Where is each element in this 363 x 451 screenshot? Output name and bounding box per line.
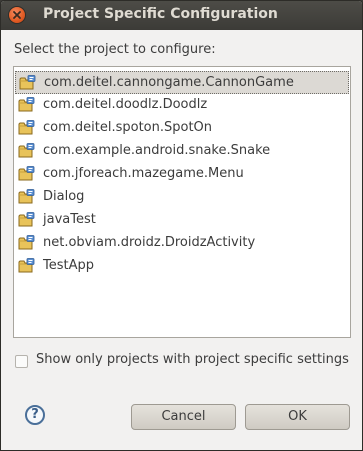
close-button[interactable]: [9, 7, 25, 23]
project-list[interactable]: com.deitel.cannongame.CannonGame com.deit…: [13, 66, 351, 338]
project-specific-filter[interactable]: Show only projects with project specific…: [15, 352, 355, 372]
project-row[interactable]: com.example.android.snake.Snake: [15, 140, 349, 163]
java-project-folder-icon: [18, 235, 36, 251]
project-row[interactable]: com.deitel.doodlz.Doodlz: [15, 94, 349, 117]
java-project-folder-icon: [18, 189, 36, 205]
project-specific-label: Show only projects with project specific…: [36, 352, 349, 367]
project-name: com.jforeach.mazegame.Menu: [43, 166, 244, 181]
project-specific-checkbox[interactable]: [15, 355, 28, 368]
help-button[interactable]: ?: [25, 405, 45, 425]
title-bar[interactable]: Project Specific Configuration: [1, 1, 362, 30]
project-name: com.example.android.snake.Snake: [43, 143, 271, 158]
dialog-window: Project Specific Configuration Select th…: [0, 0, 363, 451]
project-row[interactable]: javaTest: [15, 209, 349, 232]
project-row[interactable]: com.deitel.cannongame.CannonGame: [15, 71, 349, 94]
java-project-folder-icon: [18, 258, 36, 274]
window-title: Project Specific Configuration: [43, 6, 278, 22]
project-row[interactable]: net.obviam.droidz.DroidzActivity: [15, 232, 349, 255]
select-project-prompt: Select the project to configure:: [14, 42, 216, 57]
project-row[interactable]: TestApp: [15, 255, 349, 278]
java-project-folder-icon: [18, 120, 36, 136]
ok-button[interactable]: OK: [245, 404, 350, 430]
project-name: net.obviam.droidz.DroidzActivity: [43, 235, 256, 250]
java-project-folder-icon: [19, 75, 37, 91]
help-icon: ?: [31, 407, 39, 422]
project-name: javaTest: [43, 212, 96, 227]
project-name: com.deitel.cannongame.CannonGame: [44, 75, 294, 90]
close-icon: [13, 11, 21, 19]
java-project-folder-icon: [18, 143, 36, 159]
java-project-folder-icon: [18, 97, 36, 113]
project-row[interactable]: Dialog: [15, 186, 349, 209]
project-name: com.deitel.spoton.SpotOn: [43, 120, 213, 135]
project-name: com.deitel.doodlz.Doodlz: [43, 97, 208, 112]
java-project-folder-icon: [18, 212, 36, 228]
project-row[interactable]: com.jforeach.mazegame.Menu: [15, 163, 349, 186]
project-row[interactable]: com.deitel.spoton.SpotOn: [15, 117, 349, 140]
cancel-button[interactable]: Cancel: [131, 404, 236, 430]
project-name: Dialog: [43, 189, 85, 204]
java-project-folder-icon: [18, 166, 36, 182]
project-name: TestApp: [43, 258, 94, 273]
